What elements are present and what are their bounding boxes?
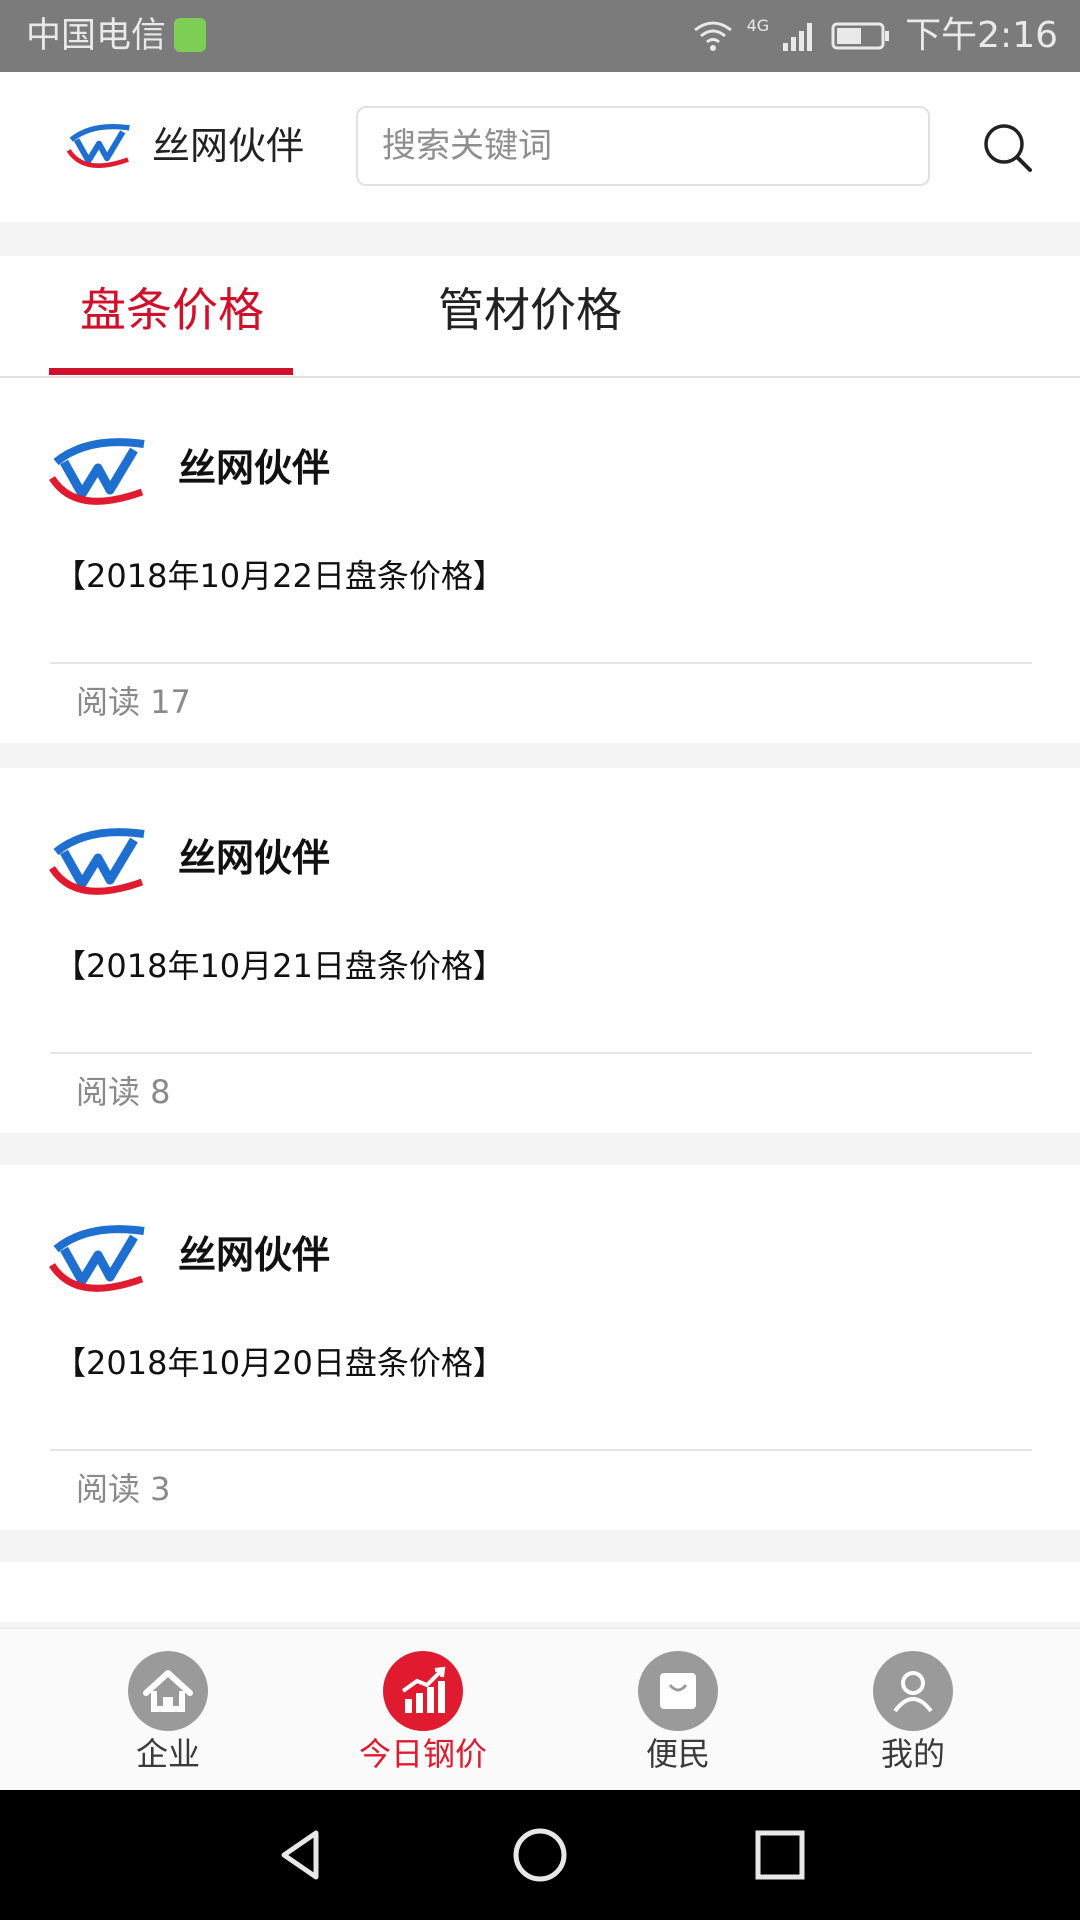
clock: 下午2:16: [905, 15, 1058, 56]
nav-label: 企业: [135, 1735, 200, 1773]
nav-item-convenience[interactable]: 便民: [598, 1629, 758, 1791]
read-count: 阅读 8: [76, 1073, 171, 1111]
nav-item-steel-price[interactable]: 今日钢价: [343, 1629, 503, 1791]
carrier-name: 中国电信: [26, 16, 167, 56]
divider: [50, 1449, 1032, 1451]
bag-icon: [638, 1651, 718, 1731]
read-count: 阅读 3: [76, 1470, 171, 1508]
nav-label: 便民: [645, 1735, 710, 1773]
publisher-logo: [49, 828, 145, 895]
notification-app-icon: [174, 18, 206, 52]
publisher-name: 丝网伙伴: [178, 1233, 331, 1277]
home-icon: [128, 1651, 208, 1731]
search-input[interactable]: [358, 108, 928, 184]
nav-item-mine[interactable]: 我的: [833, 1629, 993, 1791]
app-header: 丝网伙伴: [0, 72, 1080, 222]
publisher-name: 丝网伙伴: [178, 446, 331, 490]
tab-pipe-price[interactable]: 管材价格: [438, 278, 622, 342]
article-card[interactable]: 丝网伙伴 【2018年10月20日盘条价格】 阅读 3: [0, 1165, 1080, 1530]
status-icons: 4G 下午2:16: [693, 14, 1058, 58]
home-button-icon[interactable]: [510, 1825, 570, 1885]
publisher-logo: [49, 438, 145, 505]
active-tab-indicator: [49, 368, 293, 375]
article-title[interactable]: 【2018年10月20日盘条价格】: [54, 1339, 505, 1387]
back-icon[interactable]: [270, 1825, 330, 1885]
system-navigation-bar: [0, 1790, 1080, 1920]
publisher-name: 丝网伙伴: [178, 836, 331, 880]
brand-logo: [66, 123, 130, 168]
divider: [50, 1052, 1032, 1054]
divider: [50, 662, 1032, 664]
read-count: 阅读 17: [76, 683, 191, 721]
article-title[interactable]: 【2018年10月21日盘条价格】: [54, 942, 505, 990]
tab-coil-price[interactable]: 盘条价格: [80, 278, 264, 342]
article-card-partial[interactable]: [0, 1562, 1080, 1622]
nav-item-enterprise[interactable]: 企业: [88, 1629, 248, 1791]
bottom-navigation: 企业 今日钢价 便民 我的: [0, 1628, 1080, 1791]
nav-label: 今日钢价: [358, 1735, 487, 1773]
nav-label: 我的: [880, 1735, 945, 1773]
status-bar: 中国电信 4G 下午2:16: [0, 0, 1080, 72]
recents-icon[interactable]: [750, 1825, 810, 1885]
user-icon: [873, 1651, 953, 1731]
signal-icon: [783, 23, 813, 51]
network-type: 4G: [746, 16, 770, 35]
article-card[interactable]: 丝网伙伴 【2018年10月21日盘条价格】 阅读 8: [0, 768, 1080, 1133]
category-tabs: 盘条价格 管材价格: [0, 256, 1080, 378]
wifi-icon: [693, 21, 732, 51]
chart-icon: [383, 1651, 463, 1731]
brand-name: 丝网伙伴: [152, 124, 305, 168]
publisher-logo: [49, 1225, 145, 1292]
search-box: [356, 106, 930, 186]
search-icon[interactable]: [982, 122, 1034, 174]
article-card[interactable]: 丝网伙伴 【2018年10月22日盘条价格】 阅读 17: [0, 378, 1080, 743]
battery-icon: [831, 22, 890, 50]
article-title[interactable]: 【2018年10月22日盘条价格】: [54, 552, 505, 600]
